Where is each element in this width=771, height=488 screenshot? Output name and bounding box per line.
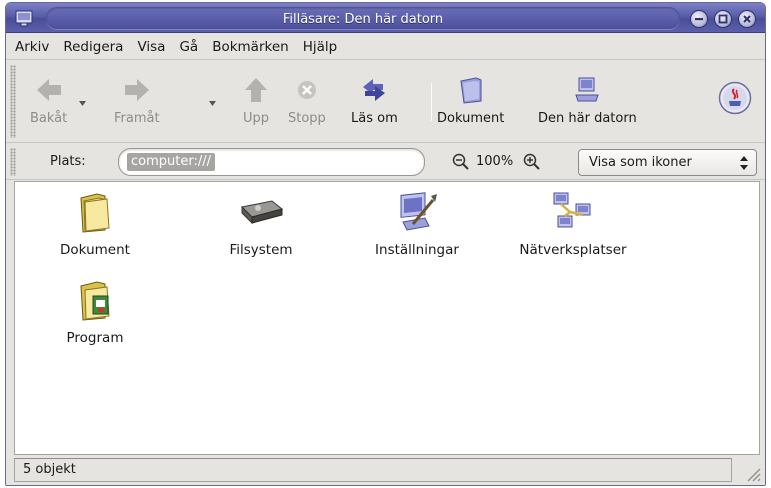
app-menu-icon[interactable] — [14, 8, 36, 28]
file-label: Filsystem — [229, 242, 293, 258]
location-bar: Plats: computer:/// 100% Visa som ikoner — [6, 144, 765, 180]
zoom-out-icon[interactable] — [451, 152, 471, 172]
forward-arrow-icon — [124, 79, 149, 101]
close-icon — [743, 15, 751, 23]
toolbar-separator — [431, 83, 432, 121]
documents-button[interactable]: Dokument — [437, 75, 504, 126]
location-label: Plats: — [50, 154, 86, 169]
file-item-program[interactable]: Program — [35, 276, 155, 346]
network-icon — [553, 192, 591, 228]
status-text: 5 objekt — [14, 458, 732, 482]
maximize-button[interactable] — [714, 10, 732, 28]
close-button[interactable] — [738, 10, 756, 28]
file-item-dokument[interactable]: Dokument — [35, 188, 155, 258]
file-item-filsystem[interactable]: Filsystem — [201, 188, 321, 258]
up-arrow-icon — [245, 78, 267, 102]
java-icon[interactable] — [718, 81, 752, 115]
menu-arkiv[interactable]: Arkiv — [15, 39, 49, 55]
back-arrow-icon — [36, 79, 61, 101]
location-input[interactable]: computer:/// — [118, 148, 425, 176]
zoom-level[interactable]: 100% — [476, 154, 513, 169]
folder-icon — [80, 193, 110, 233]
computer-label: Den här datorn — [538, 111, 637, 126]
locationbar-grip[interactable] — [10, 148, 16, 176]
harddisk-icon — [240, 200, 284, 225]
file-label: Dokument — [60, 242, 130, 258]
stop-icon — [297, 81, 316, 99]
up-button[interactable]: Upp — [241, 75, 271, 126]
folder-icon — [460, 77, 482, 104]
reload-button[interactable]: Läs om — [351, 75, 398, 126]
file-browser-window: Filläsare: Den här datorn Arkiv Redigera… — [5, 2, 766, 486]
computer-button[interactable]: Den här datorn — [538, 75, 637, 126]
menu-bokmarken[interactable]: Bokmärken — [212, 39, 289, 55]
back-button[interactable]: Bakåt — [30, 75, 67, 126]
forward-button[interactable]: Framåt — [114, 75, 160, 126]
file-label: Nätverksplatser — [519, 242, 627, 258]
menu-hjalp[interactable]: Hjälp — [303, 39, 338, 55]
view-mode-select[interactable]: Visa som ikoner — [578, 149, 757, 176]
toolbar-grip[interactable] — [10, 65, 16, 138]
menu-bar: Arkiv Redigera Visa Gå Bokmärken Hjälp — [6, 34, 765, 60]
computer-icon — [575, 77, 600, 102]
toolbar: Bakåt Framåt Upp Stopp Läs om Dokument D… — [6, 61, 765, 143]
location-value[interactable]: computer:/// — [127, 153, 215, 171]
reload-icon — [363, 79, 386, 101]
file-label: Program — [66, 330, 124, 346]
file-item-natverksplatser[interactable]: Nätverksplatser — [513, 188, 633, 258]
settings-icon — [400, 192, 437, 231]
title-oval: Filläsare: Den här datorn — [46, 7, 680, 29]
menu-visa[interactable]: Visa — [137, 39, 165, 55]
file-label: Inställningar — [375, 242, 459, 258]
zoom-in-icon[interactable] — [522, 152, 542, 172]
window-title: Filläsare: Den här datorn — [282, 12, 444, 27]
updown-arrows-icon — [740, 156, 748, 170]
minimize-button[interactable] — [690, 10, 708, 28]
stop-button[interactable]: Stopp — [288, 75, 326, 126]
maximize-icon — [718, 14, 728, 24]
file-view[interactable]: Dokument Filsystem Inställningar Nätverk… — [14, 181, 760, 455]
documents-label: Dokument — [437, 111, 505, 126]
applications-folder-icon — [80, 281, 110, 321]
forward-history-dropdown-icon[interactable] — [209, 101, 216, 106]
file-item-installningar[interactable]: Inställningar — [357, 188, 477, 258]
title-bar[interactable]: Filläsare: Den här datorn — [6, 3, 765, 33]
minimize-icon — [695, 18, 703, 21]
stop-label: Stopp — [288, 111, 326, 126]
resize-grip-icon[interactable] — [743, 464, 761, 482]
back-label: Bakåt — [30, 111, 68, 126]
forward-label: Framåt — [114, 111, 160, 126]
menu-ga[interactable]: Gå — [179, 39, 198, 55]
view-mode-value: Visa som ikoner — [589, 155, 692, 170]
back-history-dropdown-icon[interactable] — [79, 101, 86, 106]
up-label: Upp — [242, 111, 270, 126]
menu-redigera[interactable]: Redigera — [63, 39, 123, 55]
status-bar: 5 objekt — [6, 456, 765, 485]
reload-label: Läs om — [351, 111, 398, 126]
